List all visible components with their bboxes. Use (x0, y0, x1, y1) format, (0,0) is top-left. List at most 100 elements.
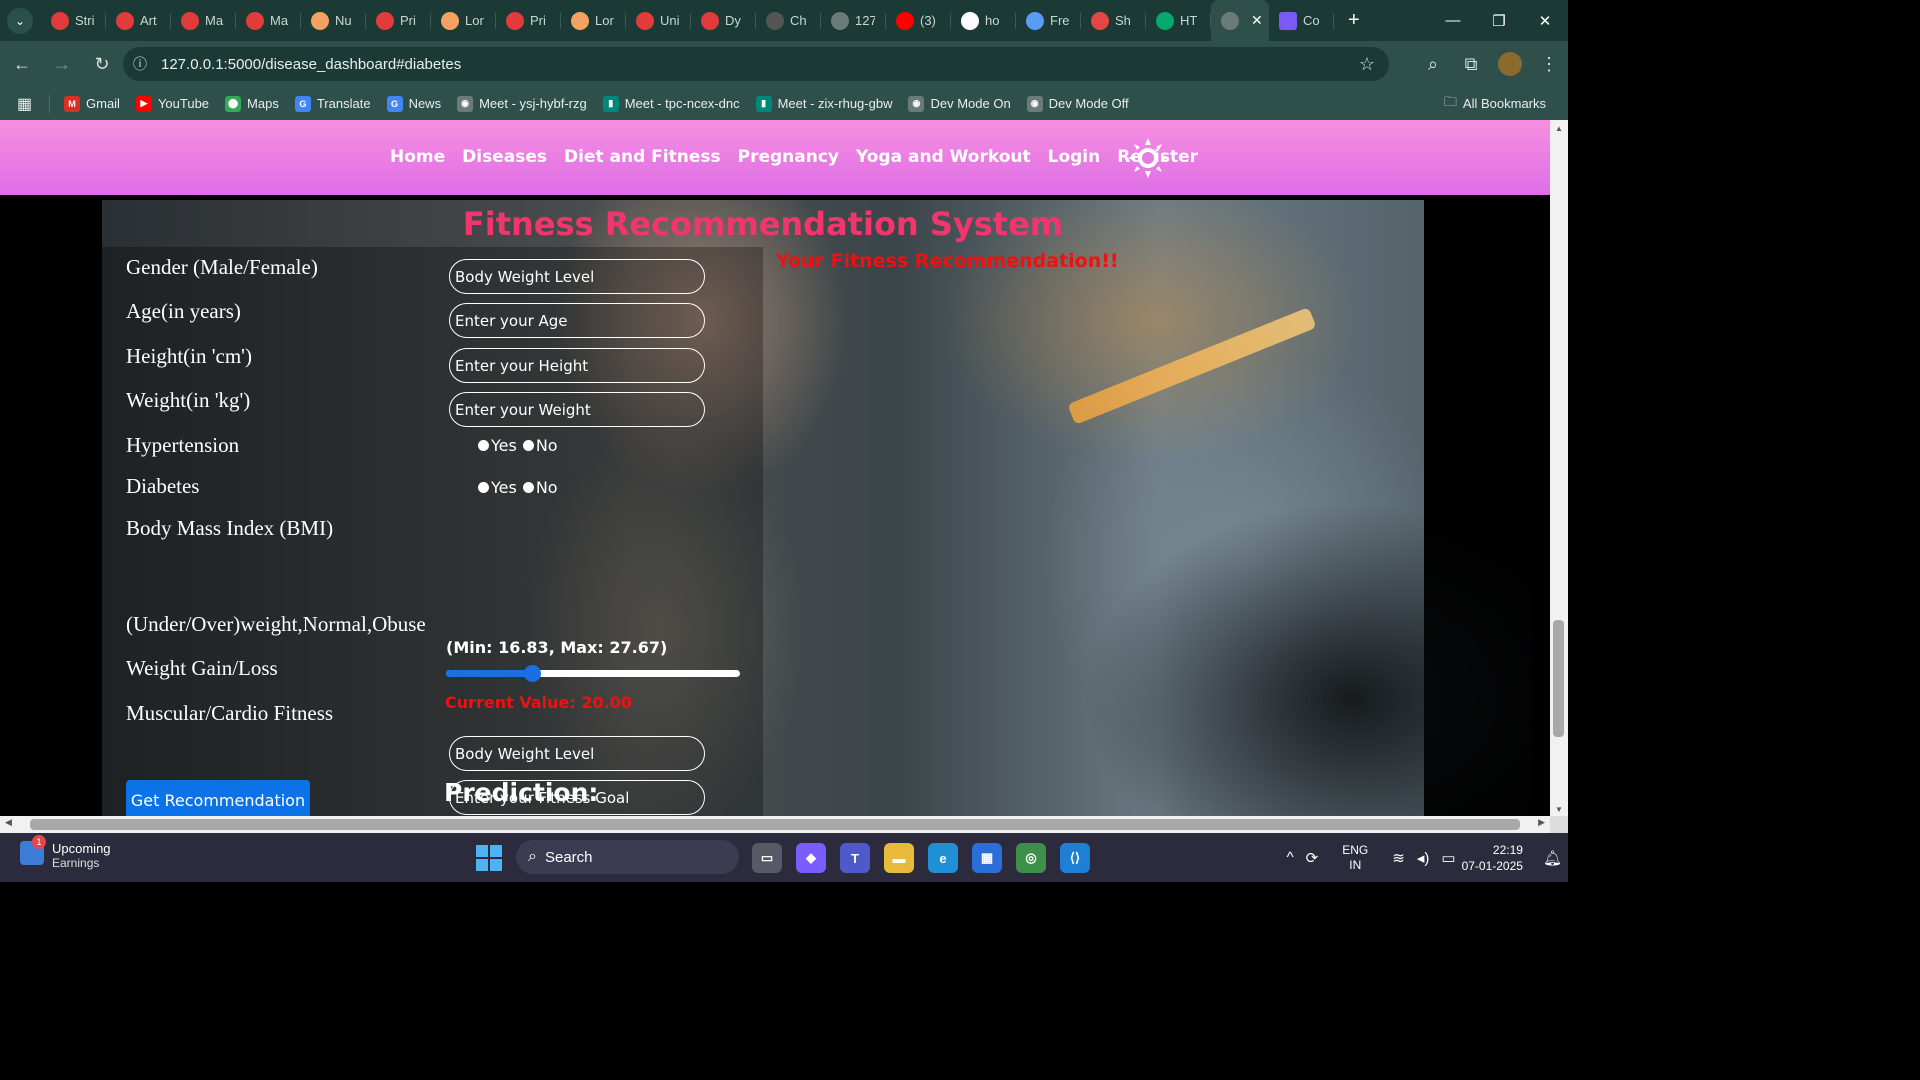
task-view-icon[interactable]: ▭ (752, 843, 782, 873)
close-tab-icon[interactable]: ✕ (1251, 12, 1263, 29)
copilot-icon[interactable]: ◆ (796, 843, 826, 873)
scroll-up-icon[interactable]: ▲ (1550, 124, 1568, 133)
age-input[interactable]: Enter your Age (449, 303, 705, 338)
site-info-icon[interactable]: ⓘ (123, 54, 157, 74)
vertical-scrollbar[interactable]: ▲ ▼ (1550, 120, 1568, 816)
bookmark-item[interactable]: ⬤ Maps (217, 95, 287, 112)
bmi-slider-thumb[interactable] (523, 665, 541, 682)
address-bar[interactable]: ⓘ 127.0.0.1:5000/disease_dashboard#diabe… (123, 47, 1389, 81)
bookmark-item[interactable]: ◉ Dev Mode Off (1019, 95, 1137, 112)
browser-tab[interactable]: Nu (301, 0, 366, 41)
bookmark-item[interactable]: ▶ YouTube (128, 95, 217, 112)
stack-favicon-icon (311, 11, 329, 30)
forward-icon[interactable]: → (44, 46, 80, 82)
bookmark-item[interactable]: M Gmail (56, 95, 128, 112)
browser-tab[interactable]: Art (106, 0, 171, 41)
browser-tab[interactable]: Ma (236, 0, 301, 41)
bookmark-favicon-icon: G (386, 95, 403, 112)
hypertension-yes-radio[interactable] (478, 440, 489, 451)
horizontal-scroll-thumb[interactable] (30, 819, 1520, 830)
height-input[interactable]: Enter your Height (449, 348, 705, 383)
browser-tab[interactable]: Ma (171, 0, 236, 41)
browser-tab[interactable]: Uni (626, 0, 691, 41)
browser-tab[interactable]: Ch (756, 0, 821, 41)
browser-tab[interactable]: (3) (886, 0, 951, 41)
scroll-left-icon[interactable]: ◀ (5, 817, 12, 828)
diabetes-yes-label: Yes (491, 478, 517, 497)
new-tab-button[interactable]: + (1348, 9, 1360, 32)
browser-tab[interactable]: Fre (1016, 0, 1081, 41)
all-bookmarks-button[interactable]: 🗀 All Bookmarks (1436, 93, 1554, 115)
browser-tab[interactable]: 127 (821, 0, 886, 41)
diabetes-yes-radio[interactable] (478, 482, 489, 493)
nav-link-diet-and-fitness[interactable]: Diet and Fitness (564, 147, 721, 167)
vscode-icon[interactable]: ⟨⟩ (1060, 843, 1090, 873)
browser-tab[interactable]: Co (1269, 0, 1334, 41)
clock[interactable]: 22:19 07-01-2025 (1462, 842, 1523, 874)
horizontal-scrollbar[interactable]: ◀ ▶ (0, 816, 1550, 833)
minimize-icon[interactable]: — (1430, 0, 1476, 41)
bookmark-item[interactable]: ▮ Meet - tpc-ncex-dnc (595, 95, 748, 112)
browser-tab[interactable]: Dy (691, 0, 756, 41)
news-widget[interactable]: 1 Upcoming Earnings (20, 835, 111, 870)
active-tab[interactable]: ✕ (1211, 0, 1269, 41)
browser-tab[interactable]: Stri (41, 0, 106, 41)
edge-icon[interactable]: e (928, 843, 958, 873)
restore-icon[interactable]: ❐ (1476, 0, 1522, 41)
store-icon[interactable]: ▦ (972, 843, 1002, 873)
browser-tab[interactable]: HT (1146, 0, 1211, 41)
apps-grid-icon[interactable]: ▦ (0, 94, 50, 113)
menu-icon[interactable]: ⋮ (1530, 54, 1568, 75)
reload-icon[interactable]: ↻ (84, 46, 120, 82)
browser-tab[interactable]: Pri (366, 0, 431, 41)
start-button[interactable] (476, 845, 502, 871)
bookmark-star-icon[interactable]: ☆ (1359, 54, 1375, 75)
battery-icon[interactable]: ▭ (1441, 849, 1455, 867)
bookmark-item[interactable]: ▮ Meet - zix-rhug-gbw (748, 95, 901, 112)
gender-input[interactable]: Body Weight Level (449, 259, 705, 294)
tab-search-icon[interactable]: ⌄ (7, 7, 33, 34)
taskbar-search[interactable]: ⌕ Search (516, 840, 739, 874)
bookmark-item[interactable]: ◉ Dev Mode On (900, 95, 1018, 112)
bookmark-item[interactable]: ◉ Meet - ysj-hybf-rzg (449, 95, 595, 112)
sync-icon[interactable]: ⟳ (1306, 849, 1319, 867)
weight-level-input[interactable]: Body Weight Level (449, 736, 705, 771)
nav-link-yoga-and-workout[interactable]: Yoga and Workout (856, 147, 1031, 167)
weight-input[interactable]: Enter your Weight (449, 392, 705, 427)
profile-avatar[interactable] (1498, 52, 1522, 76)
fitness-goal-input[interactable]: Enter your Fitness Goal (449, 780, 705, 815)
volume-icon[interactable]: ◂) (1417, 849, 1430, 867)
tray-overflow-icon[interactable]: ^ (1287, 849, 1294, 866)
browser-tab[interactable]: Lor (431, 0, 496, 41)
browser-tab[interactable]: Lor (561, 0, 626, 41)
scroll-down-icon[interactable]: ▼ (1550, 805, 1568, 814)
hypertension-no-radio[interactable] (522, 440, 534, 451)
chrome-icon[interactable]: ◎ (1016, 843, 1046, 873)
file-explorer-icon[interactable]: ▬ (884, 843, 914, 873)
wifi-icon[interactable]: ≋ (1392, 849, 1405, 867)
url-text[interactable]: 127.0.0.1:5000/disease_dashboard#diabete… (161, 56, 461, 73)
browser-tab[interactable]: Pri (496, 0, 561, 41)
theme-toggle-sun-icon[interactable] (1128, 138, 1168, 178)
nav-link-pregnancy[interactable]: Pregnancy (738, 147, 839, 167)
lens-icon[interactable]: ⌕ (1414, 54, 1452, 75)
get-recommendation-button[interactable]: Get Recommendation (126, 780, 310, 816)
notification-bell-icon[interactable]: 🔔︎ (1543, 849, 1562, 867)
teams-icon[interactable]: T (840, 843, 870, 873)
language-indicator[interactable]: ENG IN (1342, 843, 1368, 873)
back-icon[interactable]: ← (4, 46, 40, 82)
bookmark-item[interactable]: G Translate (287, 95, 379, 112)
nav-link-home[interactable]: Home (390, 147, 445, 167)
browser-tab[interactable]: Sh (1081, 0, 1146, 41)
diabetes-no-radio[interactable] (522, 482, 534, 493)
tup-favicon-icon (246, 11, 264, 30)
vertical-scroll-thumb[interactable] (1553, 620, 1564, 737)
scroll-right-icon[interactable]: ▶ (1538, 817, 1545, 828)
browser-tab[interactable]: ho (951, 0, 1016, 41)
close-window-icon[interactable]: ✕ (1522, 0, 1568, 41)
nav-link-diseases[interactable]: Diseases (462, 147, 547, 167)
bookmark-item[interactable]: G News (379, 95, 450, 112)
extensions-icon[interactable]: ⧉ (1452, 54, 1490, 75)
bmi-slider[interactable] (446, 665, 740, 682)
nav-link-login[interactable]: Login (1048, 147, 1101, 167)
